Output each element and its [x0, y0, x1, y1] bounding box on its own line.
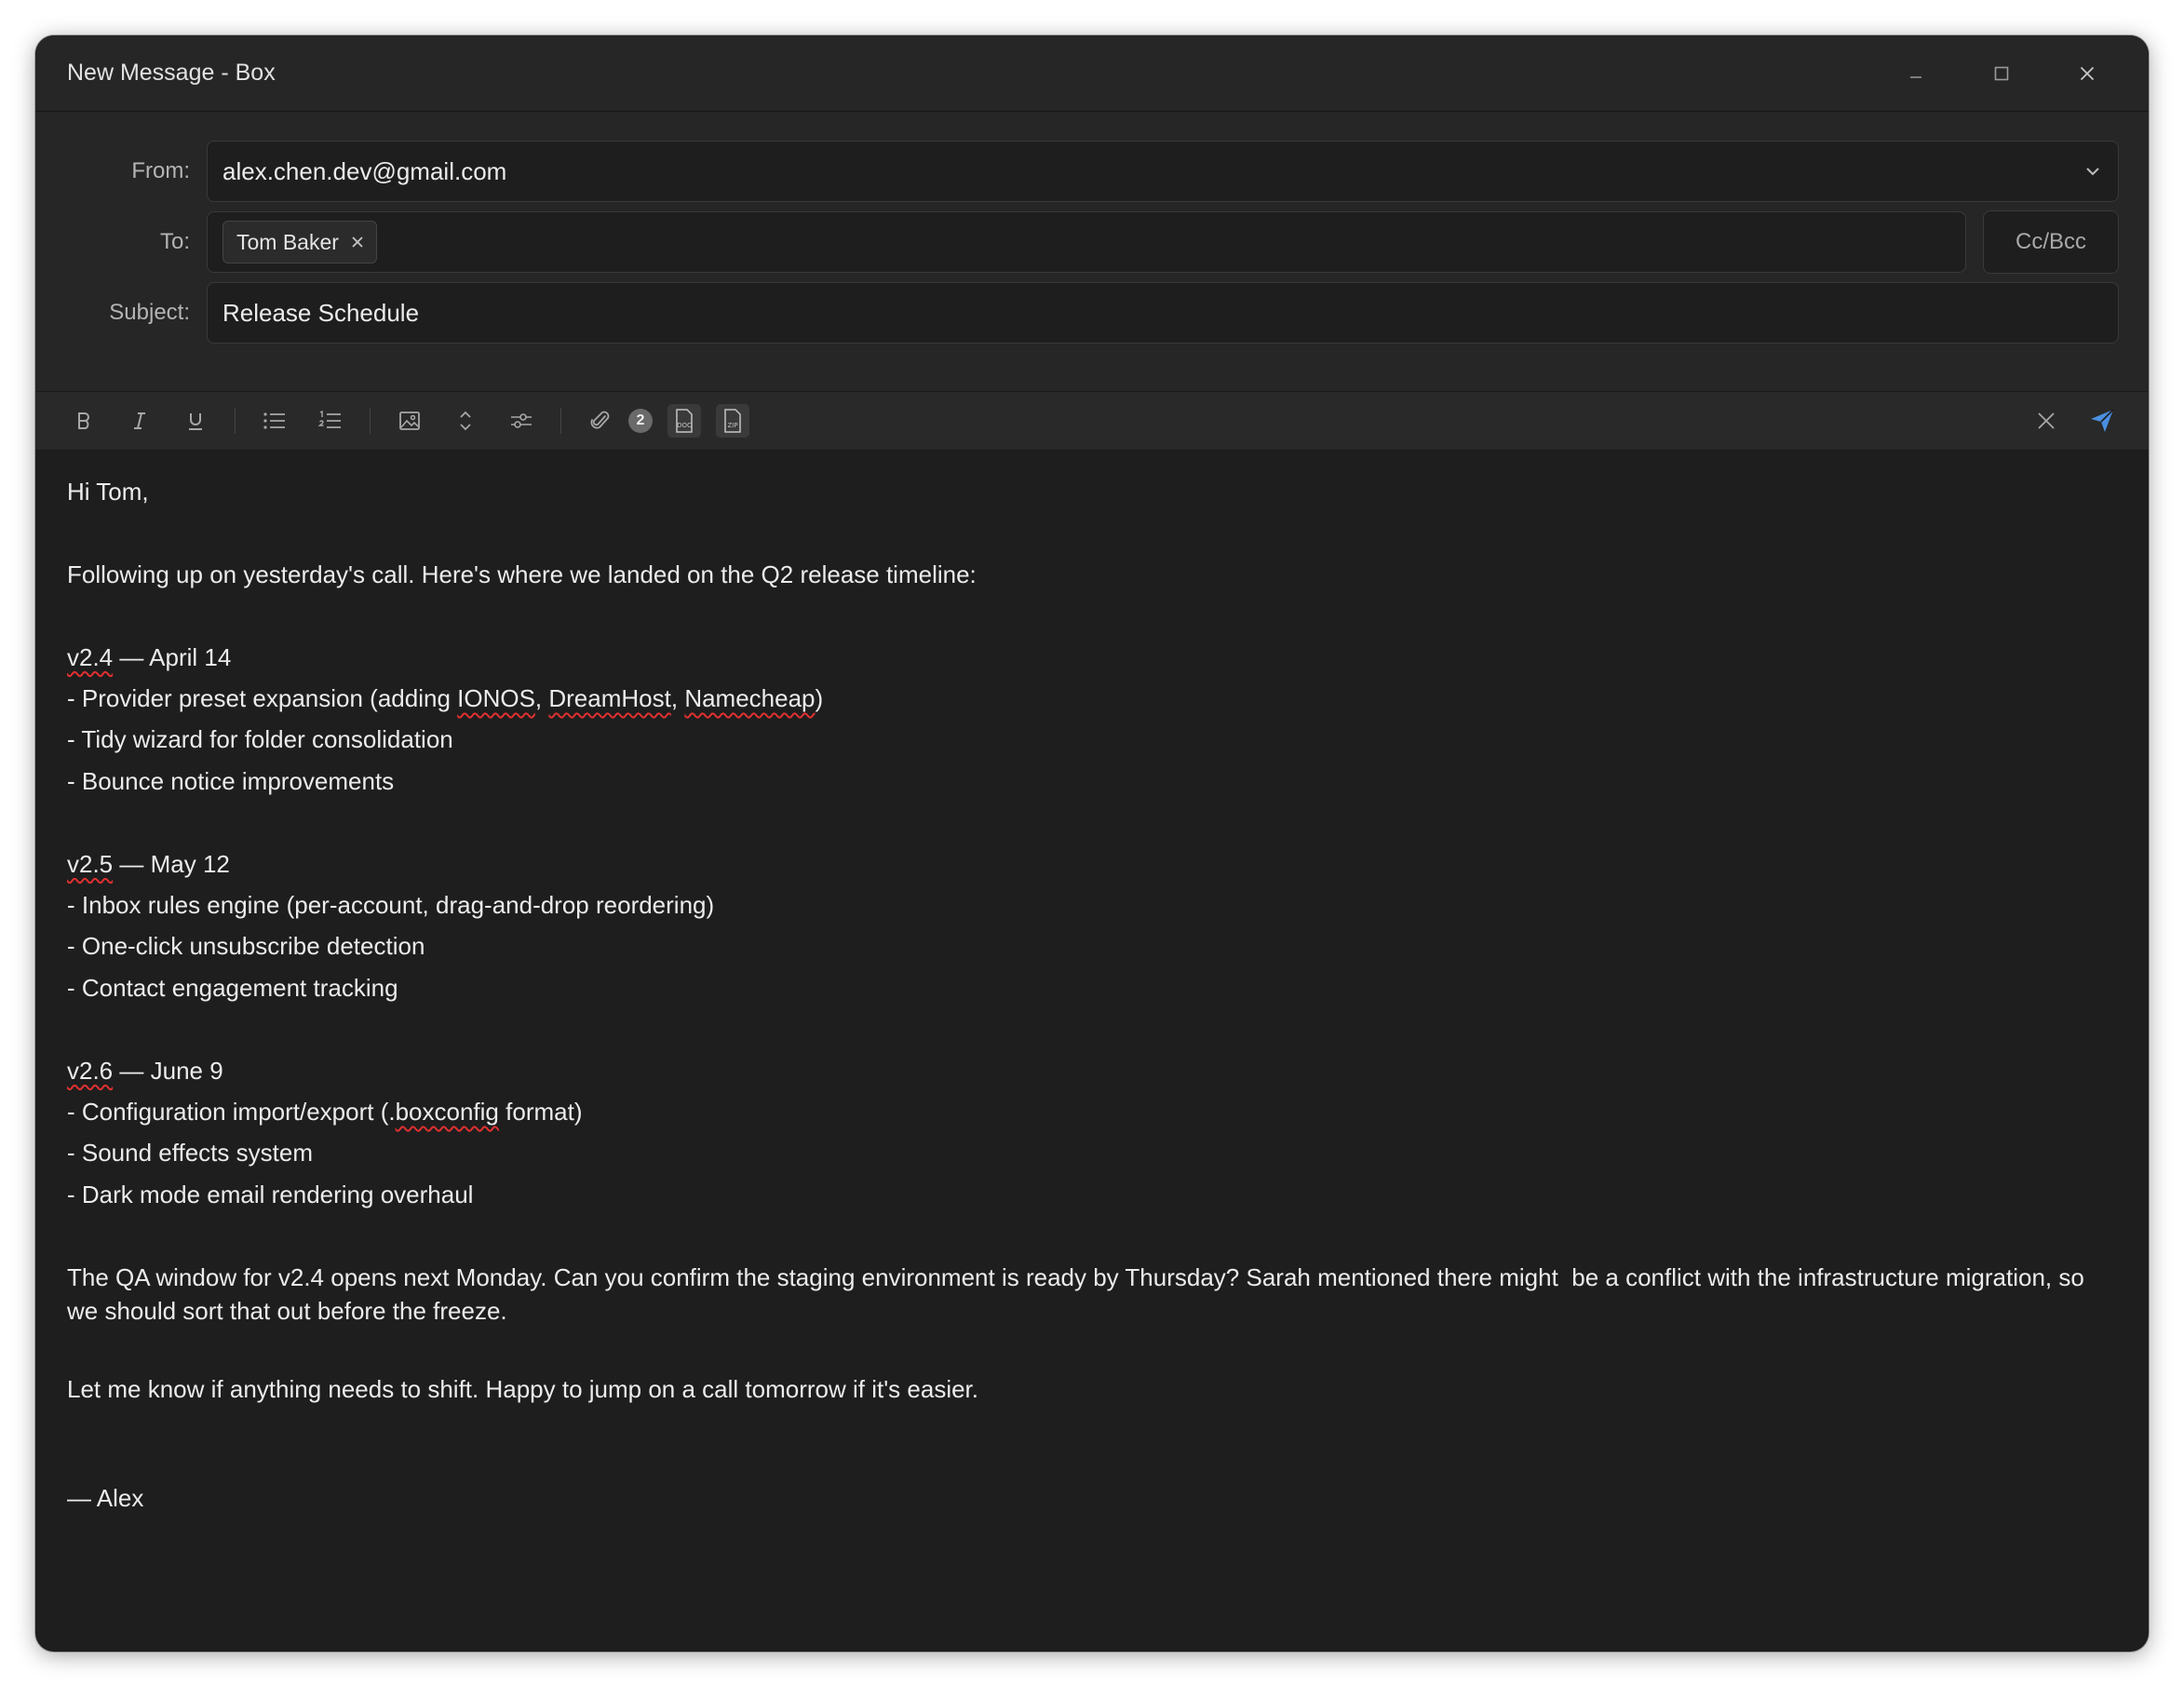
list-item: - Tidy wizard for folder consolidation	[67, 725, 453, 754]
close-icon	[352, 236, 363, 248]
attachment-count-badge: 2	[628, 409, 653, 433]
expand-collapse-button[interactable]	[445, 400, 486, 441]
recipient-chip[interactable]: Tom Baker	[222, 221, 377, 263]
list-item: - Contact engagement tracking	[67, 973, 398, 1002]
chevron-up-down-icon	[460, 411, 471, 431]
release-date: — April 14	[113, 642, 232, 671]
bullet-list-button[interactable]	[254, 400, 295, 441]
to-label: To:	[159, 229, 190, 254]
subject-input[interactable]: Release Schedule	[207, 282, 2119, 344]
format-toolbar: 2 DOC ZIP	[35, 391, 2149, 451]
maximize-icon	[1994, 66, 2009, 80]
compose-header: From: alex.chen.dev@gmail.com To: Tom Ba…	[35, 112, 2149, 391]
list-item: - Configuration import/export (.boxconfi…	[67, 1098, 583, 1127]
from-label: From:	[131, 158, 190, 183]
subject-label: Subject:	[109, 300, 190, 325]
list-item: - Inbox rules engine (per-account, drag-…	[67, 891, 715, 920]
from-value: alex.chen.dev@gmail.com	[222, 156, 507, 185]
numbered-list-button[interactable]	[310, 400, 351, 441]
maximize-button[interactable]	[1972, 44, 2031, 103]
attach-button[interactable]	[580, 400, 621, 441]
numbered-list-icon	[318, 411, 341, 428]
intro-line: Following up on yesterday's call. Here's…	[67, 560, 977, 588]
doc-file-icon: DOC	[676, 409, 693, 433]
bold-button[interactable]	[63, 400, 104, 441]
toolbar-divider	[370, 408, 371, 434]
list-item: - Sound effects system	[67, 1139, 313, 1167]
to-row: To: Tom Baker Cc/Bcc	[65, 210, 2119, 274]
doc-file-label: DOC	[677, 422, 692, 429]
release-heading-v26: v2.6 — June 9	[67, 1050, 2117, 1091]
discard-button[interactable]	[2026, 400, 2067, 441]
toolbar-divider	[560, 408, 561, 434]
cc-bcc-button[interactable]: Cc/Bcc	[1983, 210, 2119, 274]
italic-icon	[134, 412, 145, 429]
release-date: — May 12	[113, 849, 230, 878]
send-button[interactable]	[2082, 400, 2123, 441]
list-item: - Bounce notice improvements	[67, 766, 395, 795]
compose-window: New Message - Box From: alex.chen.dev@gm…	[35, 35, 2149, 1652]
zip-file-label: ZIP	[727, 422, 737, 429]
qa-paragraph: The QA window for v2.4 opens next Monday…	[67, 1262, 2092, 1325]
image-icon	[399, 412, 420, 430]
paperclip-icon	[590, 411, 610, 429]
version-label: v2.4	[67, 642, 114, 671]
from-row: From: alex.chen.dev@gmail.com	[65, 140, 2119, 203]
zip-file-icon: ZIP	[724, 409, 741, 433]
greeting: Hi Tom,	[67, 478, 149, 506]
release-heading-v24: v2.4 — April 14	[67, 637, 2117, 678]
version-label: v2.5	[67, 849, 114, 878]
recipient-name: Tom Baker	[236, 229, 339, 254]
attachment-zip[interactable]: ZIP	[716, 404, 749, 438]
version-label: v2.6	[67, 1056, 114, 1085]
minimize-button[interactable]	[1886, 44, 1946, 103]
chevron-down-icon	[2086, 168, 2099, 176]
send-icon	[2091, 409, 2114, 432]
release-heading-v25: v2.5 — May 12	[67, 844, 2117, 884]
minimize-icon	[1910, 75, 1921, 78]
message-body[interactable]: Hi Tom, Following up on yesterday's call…	[35, 451, 2149, 1539]
subject-value: Release Schedule	[222, 298, 420, 327]
list-item: - Provider preset expansion (adding IONO…	[67, 684, 824, 712]
signature: — Alex	[67, 1483, 144, 1512]
underline-icon	[189, 413, 202, 430]
sliders-icon	[511, 413, 532, 428]
insert-image-button[interactable]	[389, 400, 430, 441]
close-window-button[interactable]	[2057, 44, 2117, 103]
subject-row: Subject: Release Schedule	[65, 281, 2119, 344]
window-title: New Message - Box	[67, 60, 276, 86]
closing-line: Let me know if anything needs to shift. …	[67, 1375, 978, 1404]
to-input[interactable]: Tom Baker	[207, 211, 1966, 273]
close-icon	[2080, 66, 2095, 80]
italic-button[interactable]	[119, 400, 160, 441]
bold-icon	[78, 412, 89, 429]
release-date: — June 9	[113, 1056, 223, 1085]
options-button[interactable]	[501, 400, 542, 441]
remove-recipient-button[interactable]	[350, 235, 365, 250]
bullet-list-icon	[263, 412, 285, 429]
from-select[interactable]: alex.chen.dev@gmail.com	[207, 141, 2119, 202]
list-item: - One-click unsubscribe detection	[67, 932, 425, 961]
list-item: - Dark mode email rendering overhaul	[67, 1180, 474, 1208]
close-icon	[2038, 412, 2055, 429]
attachment-doc[interactable]: DOC	[667, 404, 701, 438]
toolbar-divider	[235, 408, 236, 434]
title-bar: New Message - Box	[35, 35, 2149, 112]
underline-button[interactable]	[175, 400, 216, 441]
